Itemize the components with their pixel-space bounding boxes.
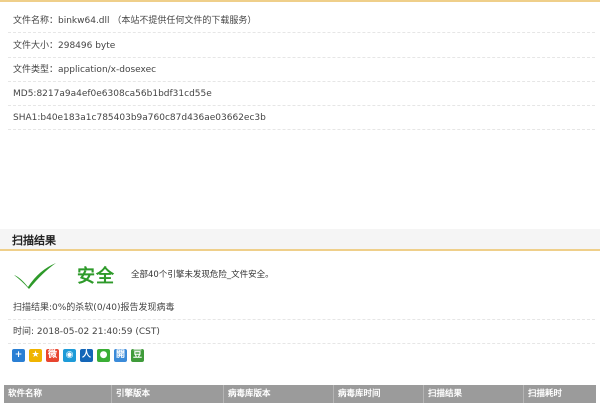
column-engine-version: 引擎版本 <box>112 385 224 403</box>
weibo-icon[interactable]: 微 <box>46 349 59 362</box>
share-bar: + ★ 微 ◉ 人 ● 開 豆 <box>12 349 144 363</box>
column-software-name: 软件名称 <box>4 385 112 403</box>
tencent-weibo-icon[interactable]: ◉ <box>63 349 76 362</box>
file-size-row: 文件大小：298496 byte <box>8 34 595 58</box>
scan-time-text: 时间: 2018-05-02 21:40:59 (CST) <box>8 320 595 344</box>
column-scan-duration: 扫描耗时 <box>528 389 563 399</box>
safe-status-label: 安全 <box>77 266 115 287</box>
column-scan-result: 扫描结果 <box>424 385 524 403</box>
scan-summary: 全部40个引擎未发现危险_文件安全。 <box>131 270 274 280</box>
section-title: 扫描结果 <box>12 234 56 247</box>
add-icon[interactable]: + <box>12 349 25 362</box>
file-type-row: 文件类型：application/x-dosexec <box>8 58 595 82</box>
douban-icon[interactable]: 豆 <box>131 349 144 362</box>
engine-table-header: 软件名称 引擎版本 病毒库版本 病毒库时间 扫描结果 扫描耗时 <box>4 385 596 403</box>
wechat-icon[interactable]: ● <box>97 349 110 362</box>
qzone-star-icon[interactable]: ★ <box>29 349 42 362</box>
sha1-row: SHA1:b40e183a1c785403b9a760c87d436ae0366… <box>8 106 595 130</box>
check-icon <box>14 263 56 289</box>
file-name-row: 文件名称：binkw64.dll （本站不提供任何文件的下载服务） <box>8 9 595 33</box>
top-border <box>0 0 600 2</box>
kaixin-icon[interactable]: 開 <box>114 349 127 362</box>
renren-icon[interactable]: 人 <box>80 349 93 362</box>
column-virus-db-time: 病毒库时间 <box>334 385 424 403</box>
scan-result-text: 扫描结果:0%的杀软(0/40)报告发现病毒 <box>8 296 595 320</box>
column-virus-db-version: 病毒库版本 <box>224 385 334 403</box>
scan-result-header: 扫描结果 <box>0 229 600 251</box>
md5-row: MD5:8217a9a4ef0e6308ca56b1bdf31cd55e <box>8 82 595 106</box>
